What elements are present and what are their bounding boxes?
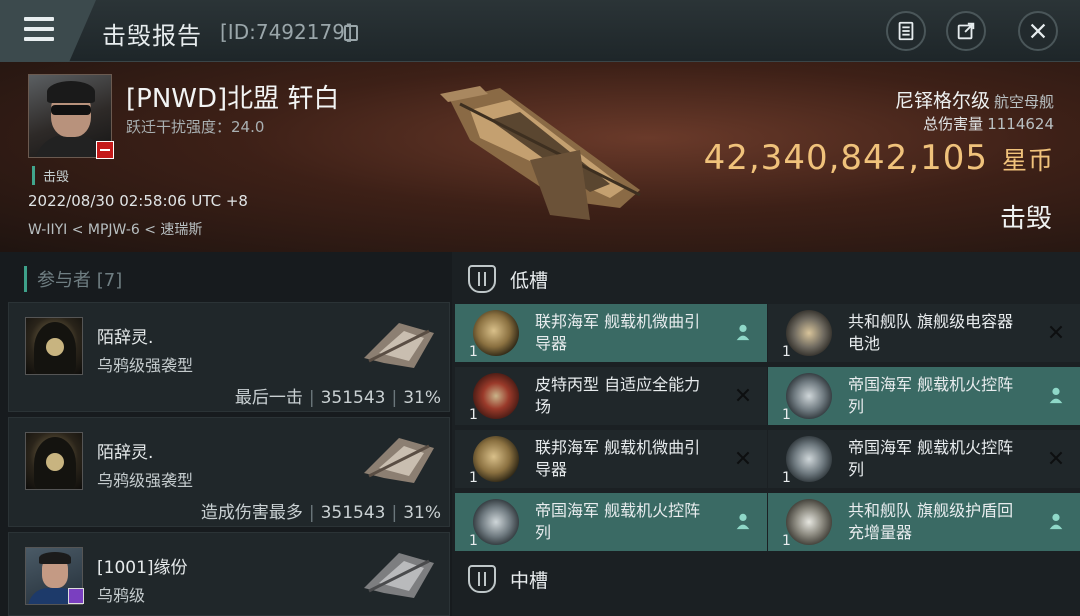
warp-scram-strength: 跃迁干扰强度：24.0 (126, 118, 265, 136)
participant-name: 陌辞灵. (97, 443, 154, 463)
victim-name[interactable]: [PNWD]北盟 轩白 (126, 78, 339, 115)
module-slot[interactable]: 1 帝国海军 舰载机火控阵列 (768, 367, 1080, 425)
module-slot[interactable]: 1 共和舰队 旗舰级电容器电池 (768, 304, 1080, 362)
participant-name: 陌辞灵. (97, 328, 154, 348)
participant-ship: 乌鸦级 (97, 586, 146, 605)
corp-badge-icon (96, 141, 114, 159)
dish-icon (473, 310, 519, 356)
module-slot[interactable]: 1 共和舰队 旗舰级护盾回充增量器 (768, 493, 1080, 551)
module-slot[interactable]: 1 帝国海军 舰载机火控阵列 (768, 430, 1080, 488)
module-slot[interactable]: 1 联邦海军 舰载机微曲引导器 (455, 430, 767, 488)
alliance-badge-icon (68, 588, 84, 604)
participants-header: 参与者 [7] (24, 266, 122, 292)
destroyed-x-icon (1046, 448, 1066, 468)
dropped-person-icon (733, 322, 753, 342)
isk-value: 42,340,842,105 星币 (703, 138, 1054, 178)
participant-ship-image (364, 553, 434, 598)
participant-avatar (25, 317, 83, 375)
shield-icon (786, 499, 832, 545)
status-tag: 击毁 (32, 166, 69, 185)
top-bar: 击毁报告 [ID:7492179] (0, 0, 1080, 62)
participant-ship-image (364, 438, 434, 483)
mid-slot-header: 中槽 (452, 554, 1080, 604)
participant-stats: 造成伤害最多 | 351543 | 31% (200, 503, 441, 523)
participant-avatar (25, 432, 83, 490)
participant-name: [1001]缘份 (97, 558, 188, 578)
ship-class: 尼铎格尔级 航空母舰 (894, 90, 1054, 112)
participant-card[interactable]: 陌辞灵. 乌鸦级强袭型 最后一击 | 351543 | 31% (8, 302, 450, 412)
low-slot-header: 低槽 (452, 254, 1080, 304)
participant-card[interactable]: 陌辞灵. 乌鸦级强袭型 造成伤害最多 | 351543 | 31% (8, 417, 450, 527)
page-title: 击毁报告 (102, 22, 202, 50)
module-slot[interactable]: 1 皮特丙型 自适应全能力场 (455, 367, 767, 425)
participant-stats: 最后一击 | 351543 | 31% (234, 388, 441, 408)
low-slot-icon (468, 265, 496, 293)
total-damage: 总伤害量 1114624 (923, 115, 1054, 133)
participant-ship-image (364, 323, 434, 368)
close-button[interactable] (1018, 11, 1058, 51)
dish-icon (473, 436, 519, 482)
module-slot[interactable]: 1 帝国海军 舰载机火控阵列 (455, 493, 767, 551)
mid-slot-icon (468, 565, 496, 593)
menu-icon[interactable] (24, 17, 54, 41)
clipboard-icon (898, 21, 914, 41)
participant-ship: 乌鸦级强袭型 (97, 356, 194, 375)
participant-ship: 乌鸦级强袭型 (97, 471, 194, 490)
destroyed-x-icon (1046, 322, 1066, 342)
share-icon (957, 22, 975, 40)
close-icon (1030, 23, 1046, 39)
destroyed-x-icon (733, 385, 753, 405)
report-id: [ID:7492179] (220, 20, 353, 44)
share-button[interactable] (946, 11, 986, 51)
dropped-person-icon (1046, 511, 1066, 531)
jet-icon (786, 436, 832, 482)
clipboard-button[interactable] (886, 11, 926, 51)
destroyed-x-icon (733, 448, 753, 468)
jet-icon (473, 499, 519, 545)
dropped-person-icon (733, 511, 753, 531)
kill-time: 2022/08/30 02:58:06 UTC +8 (28, 192, 248, 210)
participant-card[interactable]: [1001]缘份 乌鸦级 (8, 532, 450, 616)
kill-result: 击毁 (999, 204, 1052, 234)
kill-location[interactable]: W-IIYI < MPJW-6 < 速瑞斯 (28, 219, 202, 239)
jet-icon (786, 373, 832, 419)
carrier-ship-image (440, 86, 641, 220)
battery-icon (786, 310, 832, 356)
dropped-person-icon (1046, 385, 1066, 405)
module-slot[interactable]: 1 联邦海军 舰载机微曲引导器 (455, 304, 767, 362)
shield-icon (473, 373, 519, 419)
copy-icon[interactable] (344, 25, 358, 41)
